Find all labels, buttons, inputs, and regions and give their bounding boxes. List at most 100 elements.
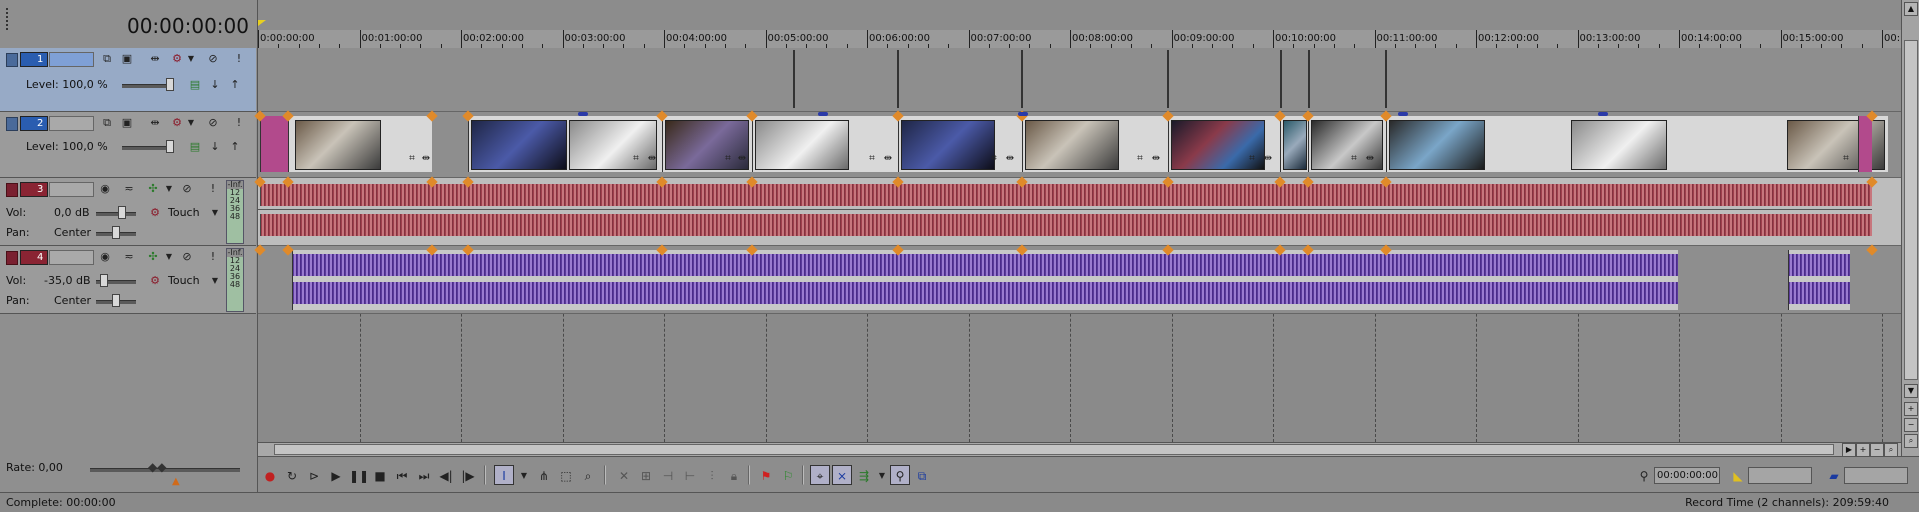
audio-clip[interactable] [1788,250,1850,310]
video-clip[interactable] [260,116,288,172]
audio-waveform-left[interactable] [260,184,1872,206]
snapping-icon[interactable]: ⌖ [810,465,830,485]
track-header-1[interactable]: 1 ⧉ ▣ ⇹ ⚙ ▼ ⊘ ! Level: 100,0 % ▤ ↓ ↑ [0,48,256,112]
video-clip[interactable]: ⌗ ⇹ [1022,116,1168,172]
loop-icon[interactable]: ↻ [282,465,302,485]
track-header-4[interactable]: 4 ◉ ≂ ✣ ▼ ⊘ ! -Inf. 12 24 36 48 Vol: -35… [0,246,256,314]
go-to-end-icon[interactable]: ⏭ [414,465,434,485]
automation-mode[interactable]: Touch [168,274,200,287]
vertical-scrollbar[interactable]: ▲ ▼ + − ⌕ [1901,0,1919,456]
pan-slider-knob[interactable] [112,294,120,307]
track-fx-icon[interactable]: ✣ [146,182,160,196]
scroll-up-icon[interactable]: ▲ [1904,2,1918,16]
arm-for-record-icon[interactable]: ◉ [98,250,112,264]
timeline-area[interactable]: ⌗ ⇹ ⌗ ⇹ ⌗ ⇹ ⌗ ⇹ ⌗ ⇹ ⌗ ⇹ ⌗ ⇹ ⌗ ⇹ ⌗ [254,48,1901,442]
track-name-field[interactable] [49,250,94,265]
time-ruler[interactable]: 0:00:00:00 00:01:00:00 00:02:00:00 00:03:00… [258,30,1913,49]
chevron-down-icon[interactable]: ▼ [514,465,534,485]
arm-for-record-icon[interactable]: ◉ [98,182,112,196]
timecode-display[interactable]: 00:00:00:00 [127,14,249,38]
clip-fx-icon[interactable]: ⇹ [1363,152,1377,166]
marker-line[interactable] [1308,50,1310,108]
solo-icon[interactable]: ! [206,250,220,264]
composite-mode-icon[interactable]: ⧉ [100,116,114,130]
clip-fx-icon[interactable]: ⇹ [735,152,749,166]
crop-icon[interactable]: ⌗ [721,152,735,166]
normal-edit-tool-icon[interactable]: I [494,465,514,485]
chevron-down-icon[interactable]: ▼ [184,52,198,66]
zoom-tool-icon[interactable]: ⌕ [1904,434,1918,448]
marker-icon[interactable]: ⚑ [756,465,776,485]
volume-slider-knob[interactable] [118,206,126,219]
crop-icon[interactable]: ⌗ [629,152,643,166]
video-clip[interactable]: ⌗ ⇹ [468,116,662,172]
track-fx-icon[interactable]: ⚙ [170,52,184,66]
next-frame-icon[interactable]: |▶ [458,465,478,485]
video-clip[interactable]: ⌗ ⇹ [662,116,752,172]
track-name-field[interactable] [49,116,94,131]
track-lane-3[interactable] [254,176,1901,246]
solo-icon[interactable]: ! [206,182,220,196]
pan-slider-knob[interactable] [112,226,120,239]
solo-icon[interactable]: ! [232,52,246,66]
play-icon[interactable]: ▶ [326,465,346,485]
scrollbar-thumb[interactable] [274,444,1834,455]
scrollbar-thumb[interactable] [1904,40,1918,380]
trim-end-icon[interactable]: ⊢ [680,465,700,485]
invert-phase-icon[interactable]: ≂ [122,182,136,196]
marker-bar[interactable] [258,0,1901,30]
lock-icon[interactable]: 🔒︎ [724,465,744,485]
volume-slider-knob[interactable] [100,274,108,287]
zoom-out-icon[interactable]: − [1870,443,1884,457]
envelope-handle-icon[interactable] [818,112,828,116]
chevron-down-icon[interactable]: ▼ [184,116,198,130]
audio-waveform-right[interactable] [260,214,1872,236]
track-fx-icon[interactable]: ✣ [146,250,160,264]
envelope-handle-icon[interactable] [1598,112,1608,116]
selection-tool-icon[interactable]: ⬚ [556,465,576,485]
minimize-track-icon[interactable] [6,183,18,197]
zoom-in-icon[interactable]: + [1904,402,1918,416]
cursor-timecode-field[interactable]: 00:00:00:00 [1654,467,1720,484]
zoom-tool-icon[interactable]: ⌕ [1884,443,1898,457]
track-header-3[interactable]: 3 ◉ ≂ ✣ ▼ ⊘ ! -Inf. 12 24 36 48 Vol: 0,0… [0,178,256,246]
marker-line[interactable] [1021,50,1023,108]
track-lane-1[interactable] [258,48,1901,112]
region-icon[interactable]: ⚐ [778,465,798,485]
clip-fx-icon[interactable]: ⇹ [645,152,659,166]
marker-line[interactable] [897,50,899,108]
delete-icon[interactable]: ✕ [614,465,634,485]
crop-icon[interactable]: ⌗ [405,152,419,166]
mute-icon[interactable]: ⊘ [180,250,194,264]
envelope-handle-icon[interactable] [1398,112,1408,116]
rate-slider-knob[interactable]: ◆◆ [148,460,166,474]
pause-icon[interactable]: ❚❚ [348,465,369,485]
minimize-track-icon[interactable] [6,53,18,67]
selection-length-field[interactable] [1844,467,1908,484]
video-clip[interactable]: ⌗ ⇹ [1168,116,1280,172]
invert-phase-icon[interactable]: ≂ [122,250,136,264]
make-compositing-child-icon[interactable]: ↓ [208,78,222,92]
marker-line[interactable] [1385,50,1387,108]
track-fx-icon[interactable]: ⚙ [170,116,184,130]
video-clip[interactable]: ⌗ ⇹ [1308,116,1386,172]
track-motion-icon[interactable]: ▣ [120,52,134,66]
track-name-field[interactable] [49,52,94,67]
video-clip[interactable]: ⌗ ⇹ [752,116,898,172]
level-slider-knob[interactable] [166,140,174,153]
crop-icon[interactable]: ⌗ [1245,152,1259,166]
mute-icon[interactable]: ⊘ [206,52,220,66]
minimize-track-icon[interactable] [6,117,18,131]
chevron-down-icon[interactable]: ▼ [208,274,222,288]
split-icon[interactable]: ⫶ [702,465,722,485]
bypass-motion-blur-icon[interactable]: ⇹ [148,52,162,66]
composite-mode-icon[interactable]: ⧉ [100,52,114,66]
automation-icon[interactable]: ⚙ [148,274,162,288]
compositing-icon[interactable]: ▤ [188,140,202,154]
marker-line[interactable] [1280,50,1282,108]
track-name-field[interactable] [49,182,94,197]
mute-icon[interactable]: ⊘ [180,182,194,196]
selection-start-field[interactable] [1748,467,1812,484]
video-clip[interactable]: ⌗ ⇹ [288,116,432,172]
clip-fx-icon[interactable]: ⇹ [1261,152,1275,166]
